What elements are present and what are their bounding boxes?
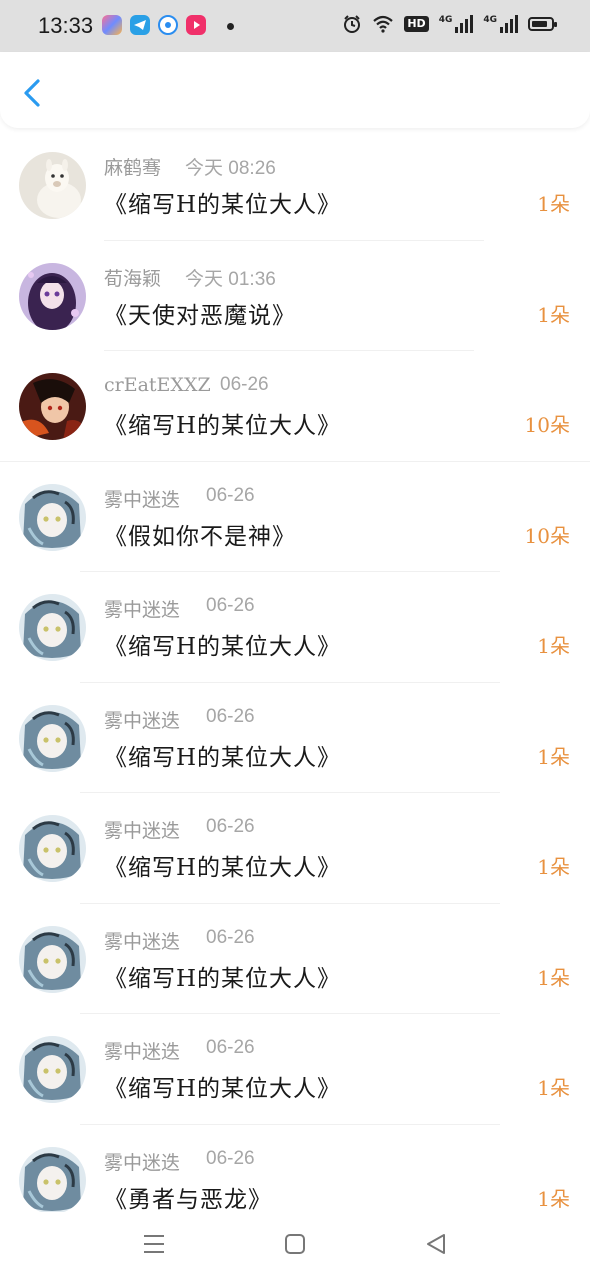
wifi-icon bbox=[373, 15, 394, 33]
alarm-icon bbox=[344, 15, 361, 33]
avatar[interactable] bbox=[19, 1146, 86, 1214]
system-nav-bar bbox=[0, 1212, 590, 1280]
send-time: 今天 01:36 bbox=[185, 268, 276, 290]
browser-icon bbox=[158, 15, 178, 35]
book-title: 《缩写H的某位大人》 bbox=[104, 413, 342, 439]
send-time: 06-26 bbox=[206, 1147, 255, 1169]
list-item[interactable]: 雾中迷迭 06-26 《假如你不是神》 10朵 bbox=[0, 462, 590, 572]
video-app-icon bbox=[186, 15, 206, 35]
book-title: 《缩写H的某位大人》 bbox=[104, 965, 342, 992]
avatar[interactable] bbox=[19, 704, 86, 772]
list-item[interactable]: 雾中迷迭 06-26 《缩写H的某位大人》 1朵 bbox=[0, 572, 590, 683]
send-time: 06-26 bbox=[206, 595, 255, 616]
send-time: 06-26 bbox=[220, 374, 269, 395]
avatar[interactable] bbox=[19, 925, 86, 993]
send-time: 今天 08:26 bbox=[185, 158, 276, 179]
avatar[interactable] bbox=[19, 594, 86, 661]
send-time: 06-26 bbox=[206, 1037, 255, 1058]
list-item[interactable]: 雾中迷迭 06-26 《缩写H的某位大人》 1朵 bbox=[0, 793, 590, 904]
sender-name: 荀海颖 bbox=[104, 267, 162, 290]
status-time: 13:33 bbox=[38, 13, 94, 38]
flower-count: 1朵 bbox=[537, 634, 570, 658]
flower-count: 1朵 bbox=[537, 1076, 570, 1100]
book-title: 《缩写H的某位大人》 bbox=[104, 744, 342, 771]
back-button[interactable] bbox=[18, 76, 48, 110]
home-button[interactable] bbox=[284, 1232, 306, 1260]
book-title: 《假如你不是神》 bbox=[104, 523, 296, 550]
sender-name: 雾中迷迭 bbox=[104, 1041, 181, 1063]
list-item[interactable]: 荀海颖 今天 01:36 《天使对恶魔说》 1朵 bbox=[0, 241, 590, 351]
sender-name: 雾中迷迭 bbox=[104, 488, 181, 511]
flower-count: 10朵 bbox=[524, 413, 570, 437]
more-notifications-dot bbox=[227, 23, 234, 30]
flower-count: 1朵 bbox=[537, 744, 570, 769]
book-title: 《缩写H的某位大人》 bbox=[104, 192, 342, 218]
status-right-icons: HD 4G 4G bbox=[342, 14, 557, 34]
book-title: 《天使对恶魔说》 bbox=[104, 302, 296, 329]
book-title: 《缩写H的某位大人》 bbox=[104, 1076, 342, 1102]
chevron-left-icon bbox=[24, 79, 40, 107]
book-title: 《缩写H的某位大人》 bbox=[104, 855, 342, 881]
flower-count: 1朵 bbox=[537, 1186, 570, 1211]
recent-apps-button[interactable] bbox=[143, 1232, 165, 1260]
list-item[interactable]: 雾中迷迭 06-26 《缩写H的某位大人》 1朵 bbox=[0, 1014, 590, 1125]
send-time: 06-26 bbox=[206, 816, 255, 837]
avatar[interactable] bbox=[19, 815, 86, 882]
flower-count: 1朵 bbox=[537, 855, 570, 879]
gift-list: 麻鹤骞 今天 08:26 《缩写H的某位大人》 1朵 荀海颖 今天 01:36 … bbox=[0, 130, 590, 1235]
book-title: 《勇者与恶龙》 bbox=[104, 1186, 272, 1213]
sender-name: 雾中迷迭 bbox=[104, 1151, 181, 1174]
avatar[interactable] bbox=[19, 1036, 86, 1103]
signal-icon-1: 4G bbox=[439, 15, 474, 33]
back-triangle-icon bbox=[427, 1234, 445, 1254]
avatar[interactable] bbox=[19, 483, 86, 551]
list-item[interactable]: crEatEXXZ 06-26 《缩写H的某位大人》 10朵 bbox=[0, 351, 590, 462]
sender-name: 雾中迷迭 bbox=[104, 930, 181, 953]
battery-icon bbox=[528, 17, 557, 31]
flower-count: 1朵 bbox=[537, 965, 570, 990]
send-time: 06-26 bbox=[206, 926, 255, 948]
flower-count: 10朵 bbox=[524, 523, 570, 548]
sender-name: crEatEXXZ bbox=[104, 374, 211, 396]
status-bar: 13:33 HD 4G 4G bbox=[0, 0, 590, 52]
flower-count: 1朵 bbox=[537, 192, 570, 216]
avatar[interactable] bbox=[19, 373, 86, 440]
sender-name: 麻鹤骞 bbox=[104, 157, 162, 179]
list-item[interactable]: 雾中迷迭 06-26 《缩写H的某位大人》 1朵 bbox=[0, 683, 590, 793]
notification-icons bbox=[102, 15, 206, 35]
top-bar bbox=[0, 52, 590, 128]
send-time: 06-26 bbox=[206, 484, 255, 506]
send-time: 06-26 bbox=[206, 705, 255, 727]
signal-icon-2: 4G bbox=[483, 15, 518, 33]
menu-icon bbox=[144, 1235, 164, 1253]
book-title: 《缩写H的某位大人》 bbox=[104, 634, 342, 660]
app-notification-icon bbox=[102, 15, 122, 35]
avatar[interactable] bbox=[19, 262, 86, 330]
sender-name: 雾中迷迭 bbox=[104, 820, 181, 842]
home-square-icon bbox=[285, 1234, 305, 1254]
flower-count: 1朵 bbox=[537, 302, 570, 327]
telegram-icon bbox=[130, 15, 150, 35]
avatar[interactable] bbox=[19, 152, 86, 219]
sender-name: 雾中迷迭 bbox=[104, 709, 181, 732]
hd-badge: HD bbox=[404, 16, 429, 32]
sender-name: 雾中迷迭 bbox=[104, 599, 181, 621]
list-item[interactable]: 雾中迷迭 06-26 《缩写H的某位大人》 1朵 bbox=[0, 904, 590, 1014]
back-nav-button[interactable] bbox=[425, 1232, 447, 1260]
list-item[interactable]: 麻鹤骞 今天 08:26 《缩写H的某位大人》 1朵 bbox=[0, 130, 590, 241]
